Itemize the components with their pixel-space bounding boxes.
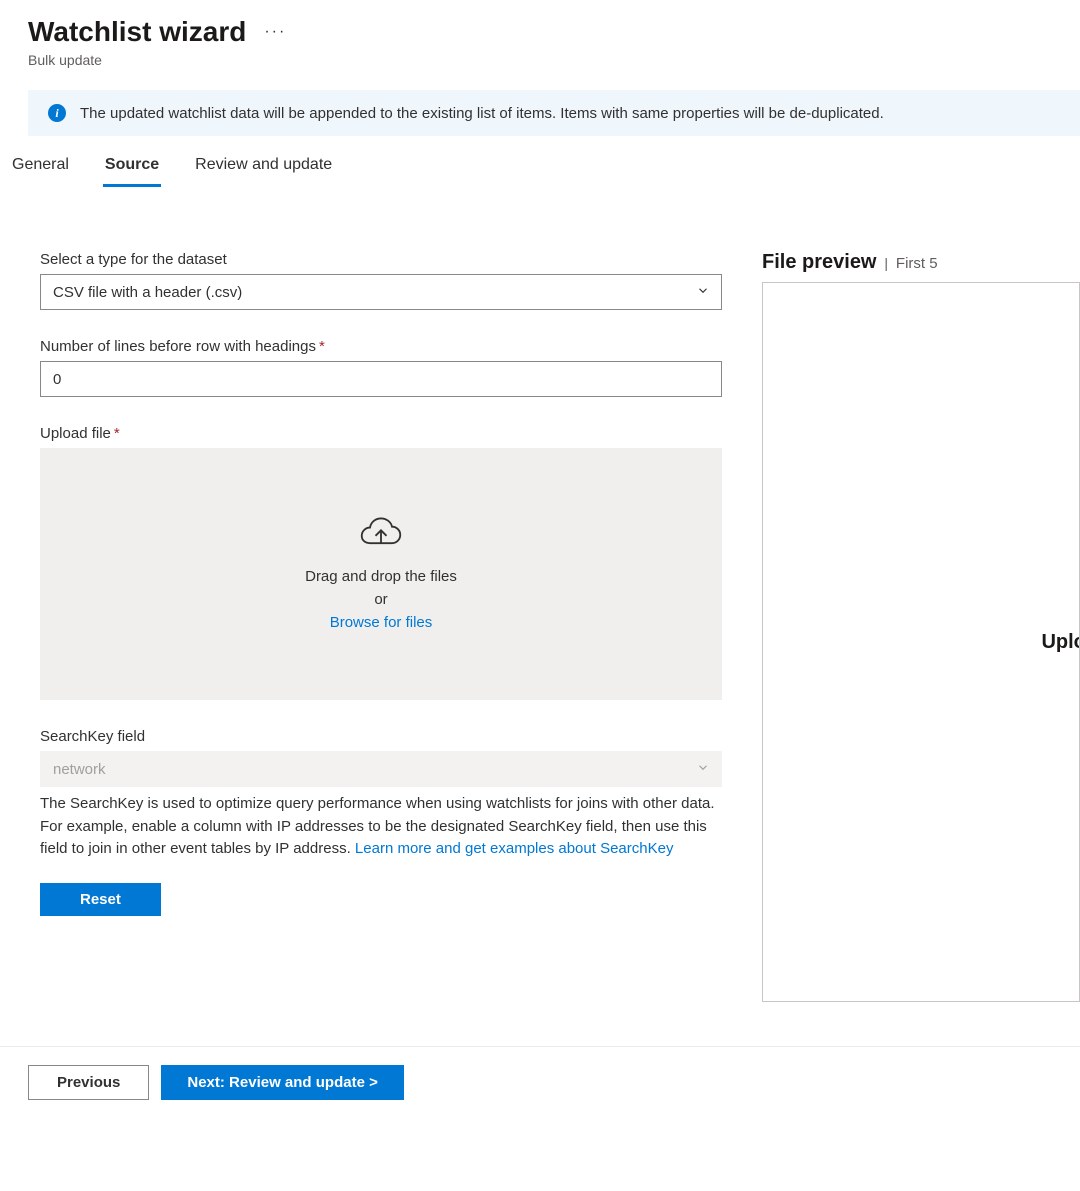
searchkey-field: SearchKey field network The SearchKey is… — [40, 728, 722, 861]
info-banner: i The updated watchlist data will be app… — [28, 90, 1080, 136]
next-button[interactable]: Next: Review and update > — [161, 1065, 403, 1100]
tab-general[interactable]: General — [10, 150, 71, 187]
wizard-footer: Previous Next: Review and update > — [0, 1046, 1080, 1118]
preview-divider: | — [884, 255, 888, 271]
dataset-type-field: Select a type for the dataset CSV file w… — [40, 251, 722, 310]
required-indicator: * — [114, 425, 120, 442]
lines-before-field: Number of lines before row with headings… — [40, 338, 722, 397]
preview-title: File preview — [762, 251, 877, 273]
searchkey-label: SearchKey field — [40, 728, 722, 745]
cloud-upload-icon — [359, 517, 403, 554]
reset-button[interactable]: Reset — [40, 883, 161, 916]
page-title: Watchlist wizard — [28, 16, 246, 48]
required-indicator: * — [319, 338, 325, 355]
more-actions-icon[interactable]: ··· — [264, 23, 286, 41]
preview-subtitle: First 5 — [896, 255, 938, 272]
page-subtitle: Bulk update — [28, 52, 1052, 68]
preview-empty-text: Uploa — [1041, 631, 1080, 654]
searchkey-help-text: The SearchKey is used to optimize query … — [40, 793, 722, 861]
info-icon: i — [48, 104, 66, 122]
upload-drag-text: Drag and drop the files — [305, 568, 457, 585]
form-column: Select a type for the dataset CSV file w… — [0, 251, 762, 1002]
lines-before-label: Number of lines before row with headings… — [40, 338, 722, 355]
page-header: Watchlist wizard ··· Bulk update — [0, 0, 1080, 76]
upload-file-field: Upload file* Drag and drop the files or … — [40, 425, 722, 700]
preview-box: Uploa — [762, 282, 1080, 1002]
searchkey-value: network — [53, 761, 106, 778]
searchkey-learn-more-link[interactable]: Learn more and get examples about Search… — [355, 840, 674, 857]
tab-source[interactable]: Source — [103, 150, 161, 187]
upload-file-label: Upload file* — [40, 425, 722, 442]
preview-column: File preview | First 5 Uploa — [762, 251, 1080, 1002]
upload-dropzone[interactable]: Drag and drop the files or Browse for fi… — [40, 448, 722, 700]
upload-or-text: or — [374, 591, 387, 608]
browse-files-link[interactable]: Browse for files — [330, 614, 433, 631]
lines-before-input[interactable] — [40, 361, 722, 397]
previous-button[interactable]: Previous — [28, 1065, 149, 1100]
info-banner-text: The updated watchlist data will be appen… — [80, 105, 884, 122]
dataset-type-select[interactable]: CSV file with a header (.csv) — [40, 274, 722, 310]
dataset-type-value: CSV file with a header (.csv) — [53, 284, 242, 301]
dataset-type-label: Select a type for the dataset — [40, 251, 722, 268]
searchkey-select: network — [40, 751, 722, 787]
wizard-tabs: General Source Review and update — [0, 136, 1080, 187]
tab-review[interactable]: Review and update — [193, 150, 334, 187]
